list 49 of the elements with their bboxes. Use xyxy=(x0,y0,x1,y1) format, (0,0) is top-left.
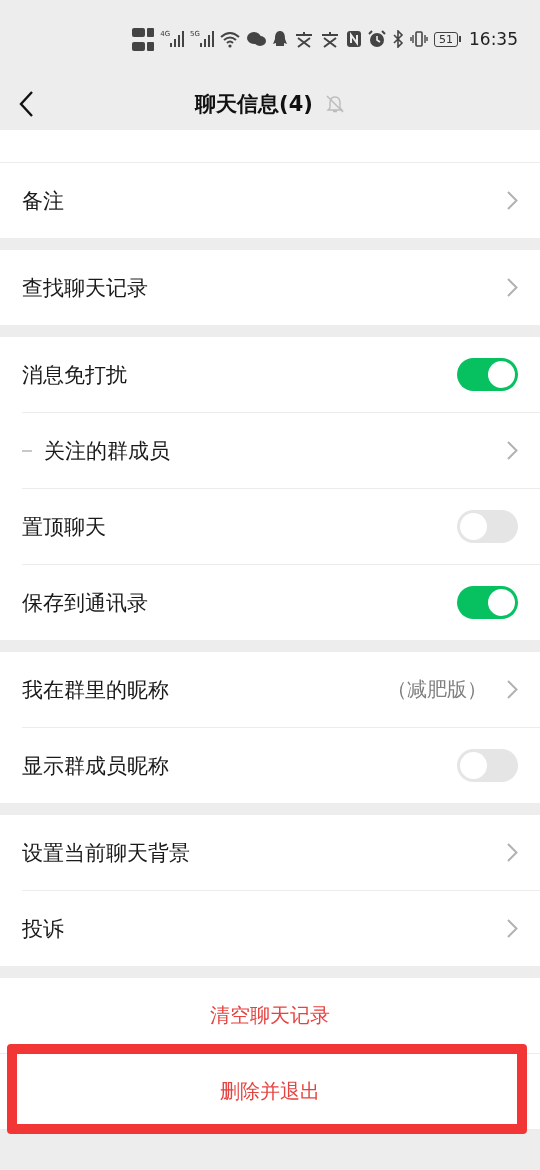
signal-icon xyxy=(200,30,214,48)
hd-icon xyxy=(132,26,155,38)
row-label: 我在群里的昵称 xyxy=(22,676,170,704)
toggle-switch[interactable] xyxy=(457,586,518,619)
status-time: 16:35 xyxy=(469,29,518,49)
chevron-icon xyxy=(507,680,518,699)
row-label: 查找聊天记录 xyxy=(22,274,149,302)
row-label: 关注的群成员 xyxy=(44,437,171,465)
chevron-icon xyxy=(507,191,518,210)
chevron-icon xyxy=(507,843,518,862)
back-icon[interactable] xyxy=(18,90,34,118)
row-value: （减肥版） xyxy=(387,676,487,703)
nfc-icon xyxy=(346,30,362,48)
settings-row[interactable]: 设置当前聊天背景 xyxy=(0,815,540,890)
settings-row[interactable]: 关注的群成员 xyxy=(0,413,540,488)
row-label: 设置当前聊天背景 xyxy=(22,839,191,867)
wifi-icon xyxy=(220,30,240,48)
hd-icon xyxy=(132,40,155,52)
signal-icon xyxy=(170,30,185,48)
row-label: 投诉 xyxy=(22,915,65,943)
toggle-switch[interactable] xyxy=(457,749,518,782)
penguin-icon xyxy=(272,30,288,48)
dash-icon xyxy=(22,449,32,452)
settings-row[interactable]: 置顶聊天 xyxy=(0,489,540,564)
settings-row[interactable]: 消息免打扰 xyxy=(0,337,540,412)
chevron-icon xyxy=(507,278,518,297)
vibrate-icon xyxy=(410,30,428,48)
settings-row[interactable]: 我在群里的昵称 （减肥版） xyxy=(0,652,540,727)
app-icon xyxy=(294,30,314,48)
settings-row[interactable]: 保存到通讯录 xyxy=(0,565,540,640)
row-label: 显示群成员昵称 xyxy=(22,752,170,780)
bluetooth-icon xyxy=(392,30,404,48)
chevron-icon xyxy=(507,919,518,938)
row-label: 保存到通讯录 xyxy=(22,589,149,617)
chat-icon xyxy=(246,30,266,48)
window-title: 聊天信息(4) xyxy=(195,91,313,118)
settings-row[interactable]: 显示群成员昵称 xyxy=(0,728,540,803)
settings-row[interactable]: 投诉 xyxy=(0,891,540,966)
app-icon xyxy=(320,30,340,48)
row-label: 置顶聊天 xyxy=(22,513,107,541)
battery-icon: 51 xyxy=(434,31,461,47)
settings-row[interactable]: 备注 xyxy=(0,163,540,238)
row-label: 备注 xyxy=(22,187,65,215)
toggle-switch[interactable] xyxy=(457,510,518,543)
row-label: 消息免打扰 xyxy=(22,361,128,389)
settings-row[interactable]: 查找聊天记录 xyxy=(0,250,540,325)
chevron-icon xyxy=(507,441,518,460)
toggle-switch[interactable] xyxy=(457,358,518,391)
alarm-icon xyxy=(368,30,386,48)
